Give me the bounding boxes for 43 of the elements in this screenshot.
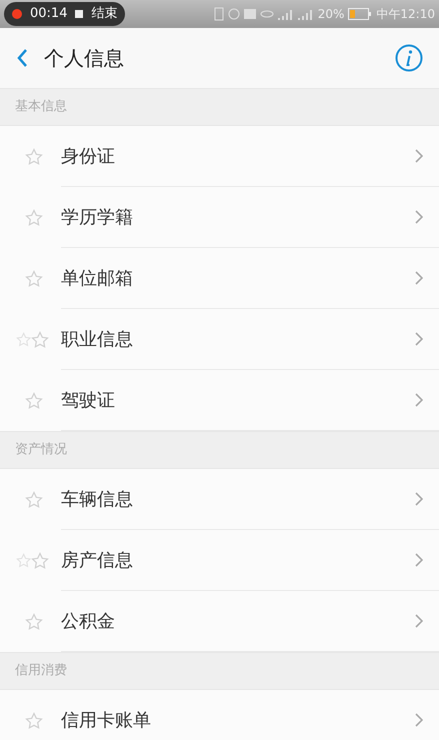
star-icon: [25, 208, 43, 226]
recording-dot-icon: [12, 9, 22, 19]
status-time: 中午12:10: [376, 6, 435, 23]
recording-time: 00:14: [30, 5, 68, 24]
star-icon: [25, 712, 43, 730]
vibrate-icon: [214, 7, 224, 21]
recording-pill[interactable]: 00:14 结束: [4, 2, 126, 26]
section-header: 资产情况: [15, 441, 67, 460]
item-label: 学历学籍: [61, 206, 133, 230]
star-icon: [25, 270, 43, 288]
signal-icon: [298, 8, 314, 20]
chevron-icon: [415, 210, 423, 224]
chevron-icon: [415, 492, 423, 506]
signal-icon: [278, 8, 294, 20]
item-label: 公积金: [61, 610, 115, 634]
chevron-icon: [415, 614, 423, 628]
stop-label[interactable]: 结束: [91, 4, 118, 24]
section-header: 基本信息: [15, 98, 67, 116]
item-label: 单位邮箱: [61, 266, 133, 290]
chevron-icon: [415, 713, 423, 727]
star-icon: [25, 148, 43, 166]
stop-icon: [75, 10, 84, 18]
item-label: 驾驶证: [61, 388, 115, 412]
item-label: 房产信息: [61, 548, 133, 572]
item-label: 职业信息: [61, 328, 133, 352]
star-icon: [25, 612, 43, 630]
star-icon: [25, 490, 43, 508]
chevron-icon: [415, 332, 423, 346]
section-header: 信用消费: [15, 662, 67, 680]
item-label: 车辆信息: [61, 488, 133, 512]
page-title: 个人信息: [44, 45, 125, 72]
chevron-icon: [415, 393, 423, 407]
chevron-icon: [415, 271, 423, 285]
chevron-icon: [415, 149, 423, 163]
battery-icon: [348, 8, 372, 20]
star-icon: [25, 392, 43, 410]
chevron-icon: [415, 553, 423, 567]
item-label: 信用卡账单: [61, 708, 151, 732]
info-icon[interactable]: [395, 44, 423, 72]
back-icon[interactable]: [16, 48, 28, 68]
alarm-icon: [228, 8, 240, 20]
item-label: 身份证: [61, 144, 115, 168]
battery-percent: 20%: [318, 6, 344, 23]
